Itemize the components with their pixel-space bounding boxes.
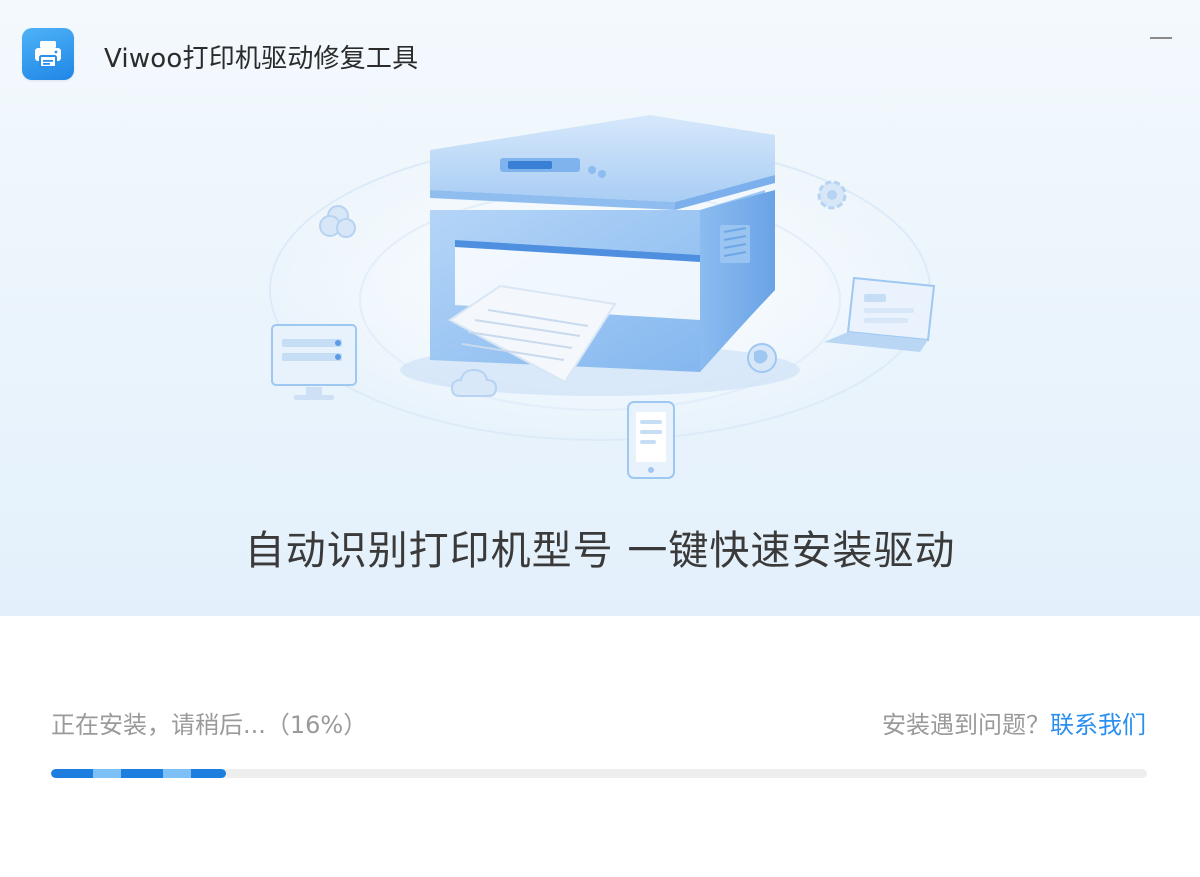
help-text: 安装遇到问题？ (882, 711, 1050, 739)
hero-banner: Viwoo打印机驱动修复工具 自动识别打印机型号 一键快速安装驱动 (0, 0, 1200, 616)
contact-us-link[interactable]: 联系我们 (1050, 711, 1146, 739)
help-group: 安装遇到问题？联系我们 (882, 705, 1146, 740)
minimize-icon (1150, 37, 1172, 39)
app-title: Viwoo打印机驱动修复工具 (104, 44, 419, 74)
gear-icon (817, 180, 847, 210)
printer-icon (35, 41, 61, 68)
install-progress-bar (51, 769, 1147, 778)
phone-icon (627, 401, 675, 479)
app-icon (22, 28, 74, 80)
hero-tagline: 自动识别打印机型号 一键快速安装驱动 (244, 528, 956, 574)
globe-icon (747, 343, 777, 373)
minimize-button[interactable] (1140, 26, 1180, 50)
install-status-text: 正在安装，请稍后...（16%） (51, 711, 368, 739)
printer-icon (400, 115, 800, 396)
installer-window: Viwoo打印机驱动修复工具 自动识别打印机型号 一键快速安装驱动 正在安装，请… (0, 0, 1200, 877)
monitor-icon (271, 324, 357, 400)
install-progress-fill (51, 769, 227, 778)
hero-illustration (269, 115, 936, 479)
